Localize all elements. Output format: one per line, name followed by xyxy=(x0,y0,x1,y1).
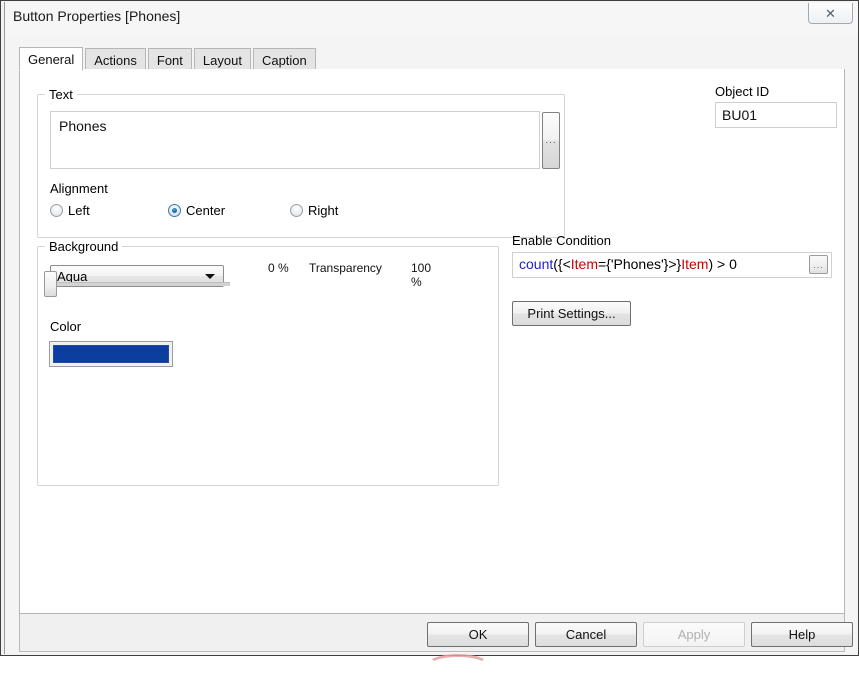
text-group-legend: Text xyxy=(45,87,77,102)
expr-token-plain-1: ({< xyxy=(553,256,571,272)
button-properties-dialog: Button Properties [Phones] ✕ General Act… xyxy=(0,0,859,656)
color-swatch-button[interactable] xyxy=(49,341,173,367)
radio-align-left-label: Left xyxy=(68,203,90,218)
background-group-box: Background Aqua 0 % Transparency 100 % C… xyxy=(37,239,499,486)
text-group-box: Text Phones ... Alignment Left Center Ri… xyxy=(37,87,565,238)
radio-align-center-label: Center xyxy=(186,203,226,218)
close-button[interactable]: ✕ xyxy=(808,3,853,24)
window-title: Button Properties [Phones] xyxy=(13,8,181,24)
alignment-label: Alignment xyxy=(50,181,108,196)
radio-circle-icon xyxy=(50,204,63,217)
chevron-down-icon xyxy=(205,273,215,279)
radio-align-right[interactable]: Right xyxy=(290,203,338,218)
close-x-icon: ✕ xyxy=(825,5,836,21)
cancel-button[interactable]: Cancel xyxy=(535,622,637,647)
radio-circle-icon xyxy=(290,204,303,217)
apply-button: Apply xyxy=(643,622,745,647)
radio-circle-icon xyxy=(168,204,181,217)
expr-token-plain-2: ={'Phones'}>} xyxy=(598,256,682,272)
transparency-min-label: 0 % xyxy=(268,261,289,275)
expr-token-plain-3: ) > 0 xyxy=(708,256,737,272)
button-text-input[interactable]: Phones xyxy=(50,111,540,169)
expr-token-field-1: Item xyxy=(570,256,598,272)
enable-condition-label: Enable Condition xyxy=(512,233,612,248)
enable-condition-ellipsis-button[interactable]: ... xyxy=(809,255,828,274)
radio-align-right-label: Right xyxy=(308,203,339,218)
tab-actions[interactable]: Actions xyxy=(85,48,146,71)
tab-panel-general: Text Phones ... Alignment Left Center Ri… xyxy=(19,69,845,614)
transparency-control: 0 % Transparency 100 % xyxy=(263,261,443,289)
tab-general-label: General xyxy=(28,51,75,67)
alignment-radio-group: Left Center Right xyxy=(50,203,520,223)
background-app-sliver xyxy=(427,654,489,676)
object-id-label: Object ID xyxy=(715,84,770,99)
tab-layout[interactable]: Layout xyxy=(193,48,251,71)
dialog-footer: OK Cancel Apply Help xyxy=(19,614,853,652)
tab-layout-label: Layout xyxy=(202,52,242,68)
window-inner-frame: Button Properties [Phones] ✕ General Act… xyxy=(4,2,858,654)
help-button[interactable]: Help xyxy=(751,622,853,647)
radio-align-center[interactable]: Center xyxy=(168,203,225,218)
color-swatch-fill xyxy=(53,345,169,363)
ok-button[interactable]: OK xyxy=(427,622,529,647)
expr-token-function: count xyxy=(519,256,554,272)
tab-actions-label: Actions xyxy=(94,52,137,68)
transparency-label: Transparency xyxy=(309,261,382,275)
transparency-slider-thumb[interactable] xyxy=(44,271,57,297)
text-expand-ellipsis-button[interactable]: ... xyxy=(542,112,560,169)
transparency-scale: 0 % Transparency 100 % xyxy=(263,261,443,289)
transparency-max-label: 100 % xyxy=(411,261,432,289)
print-settings-button[interactable]: Print Settings... xyxy=(512,301,631,326)
object-id-input[interactable] xyxy=(715,102,837,128)
tab-caption-label: Caption xyxy=(261,52,307,68)
tab-strip: General Actions Font Layout Caption xyxy=(19,46,845,71)
tab-font[interactable]: Font xyxy=(147,48,192,71)
radio-align-left[interactable]: Left xyxy=(50,203,90,218)
tab-caption[interactable]: Caption xyxy=(252,48,316,71)
background-group-legend: Background xyxy=(45,239,123,254)
tab-general[interactable]: General xyxy=(19,47,84,71)
enable-condition-input[interactable]: count({<Item={'Phones'}>}Item) > 0 xyxy=(512,252,832,278)
transparency-slider-track[interactable] xyxy=(50,282,230,286)
expr-token-field-2: Item xyxy=(681,256,709,272)
title-bar: Button Properties [Phones] ✕ xyxy=(5,2,858,35)
tab-font-label: Font xyxy=(156,52,183,68)
color-label: Color xyxy=(50,319,82,334)
